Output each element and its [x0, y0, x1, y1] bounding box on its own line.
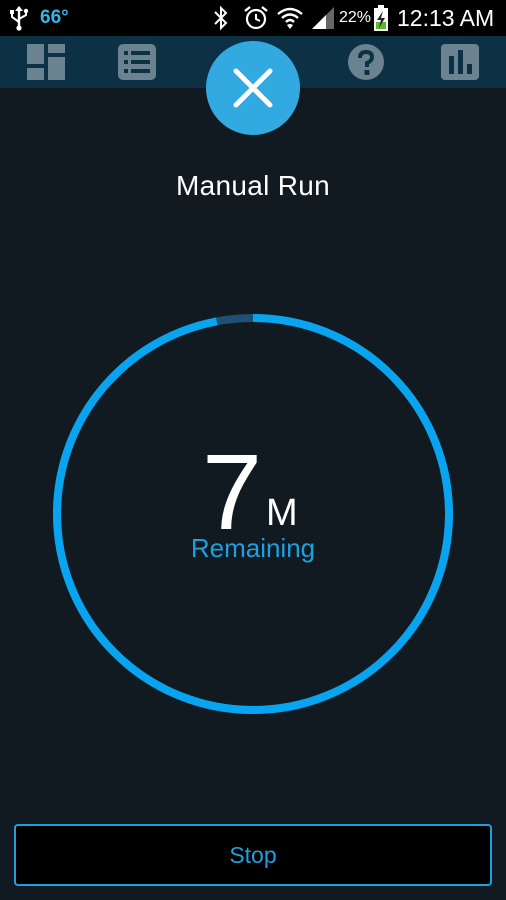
stop-button[interactable]: Stop: [14, 824, 492, 886]
clock: 12:13 AM: [397, 4, 495, 31]
page-title: Manual Run: [176, 170, 330, 201]
battery-charging-icon: [372, 0, 390, 36]
wifi-icon: [276, 0, 304, 36]
close-icon: [233, 68, 273, 108]
dashboard-icon: [27, 44, 65, 80]
close-button[interactable]: [206, 41, 300, 135]
battery-percent: 22%: [339, 9, 372, 26]
alarm-icon: [243, 0, 269, 36]
temperature-readout: 66°: [40, 7, 69, 28]
remaining-unit: M: [266, 492, 298, 534]
status-bar: 66° 22% 12:13 AM: [0, 0, 506, 36]
remaining-value: 7: [202, 431, 263, 552]
bluetooth-icon: [212, 0, 230, 36]
stats-button[interactable]: [430, 36, 490, 88]
dashboard-button[interactable]: [16, 36, 76, 88]
remaining-label: Remaining: [190, 533, 316, 563]
stats-icon: [441, 44, 479, 80]
help-icon: [348, 44, 384, 80]
signal-icon: [310, 0, 336, 36]
app-screen: 66° 22% 12:13 AM Manual Run 7 M Remainin…: [0, 0, 506, 900]
list-button[interactable]: [107, 36, 167, 88]
list-icon: [118, 44, 156, 80]
usb-icon: [8, 0, 30, 36]
help-button[interactable]: [336, 36, 396, 88]
